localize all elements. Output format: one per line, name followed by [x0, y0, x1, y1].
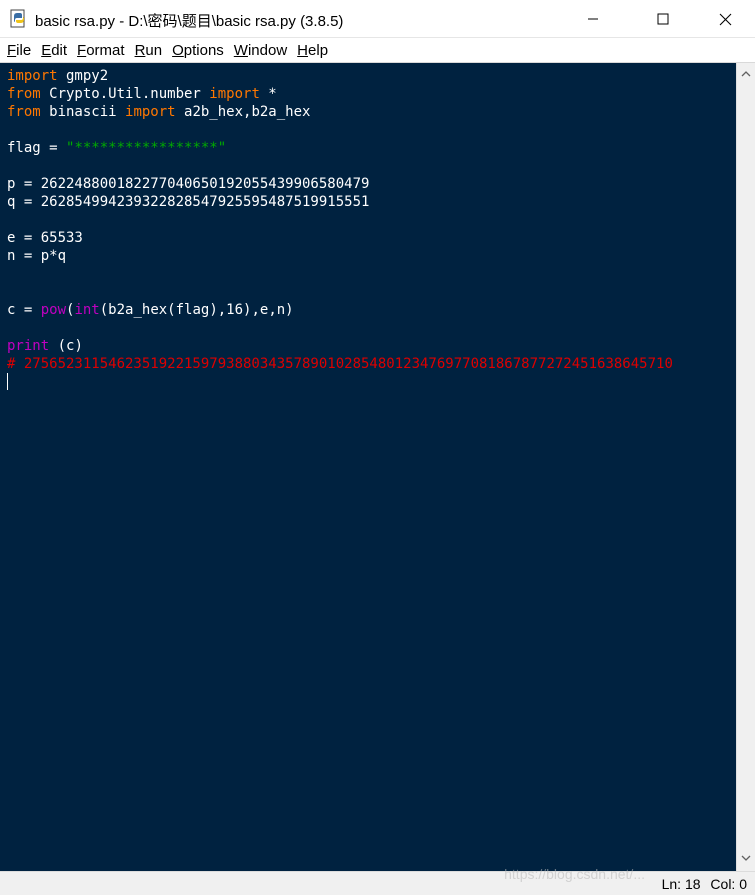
scroll-up-icon[interactable] — [741, 69, 751, 79]
code-line: flag = "*****************" — [7, 140, 227, 156]
text-cursor — [7, 373, 8, 390]
code-line: c = pow(int(b2a_hex(flag),16),e,n) — [7, 302, 294, 318]
close-button[interactable] — [702, 0, 748, 38]
menu-options[interactable]: Options — [167, 38, 229, 63]
code-line: p = 262248800182277040650192055439906580… — [7, 176, 370, 192]
minimize-icon — [588, 18, 598, 20]
watermark: https://blog.csdn.net/... — [504, 866, 645, 882]
scroll-down-icon[interactable] — [741, 853, 751, 863]
code-line: from Crypto.Util.number import * — [7, 86, 277, 102]
menu-format[interactable]: Format — [72, 38, 130, 63]
code-line: import gmpy2 — [7, 68, 109, 84]
python-file-icon — [9, 9, 29, 29]
close-icon — [719, 13, 731, 25]
minimize-button[interactable] — [570, 0, 616, 38]
code-line: q = 262854994239322828547925595487519915… — [7, 194, 370, 210]
code-line: n = p*q — [7, 248, 67, 264]
menu-help[interactable]: Help — [292, 38, 333, 63]
title-bar: basic rsa.py - D:\密码\题目\basic rsa.py (3.… — [0, 0, 755, 38]
code-text[interactable]: import gmpy2 from Crypto.Util.number impo… — [7, 67, 673, 391]
column-number: Col: 0 — [710, 876, 747, 892]
code-line: # 27565231154623519221597938803435789010… — [7, 356, 673, 372]
maximize-button[interactable] — [640, 0, 686, 38]
code-line: from binascii import a2b_hex,b2a_hex — [7, 104, 311, 120]
menu-file[interactable]: File — [2, 38, 36, 63]
code-line: print (c) — [7, 338, 83, 354]
vertical-scrollbar[interactable] — [736, 63, 755, 871]
menu-bar: File Edit Format Run Options Window Help — [0, 38, 755, 63]
maximize-icon — [657, 13, 669, 25]
menu-run[interactable]: Run — [130, 38, 168, 63]
code-editor[interactable]: import gmpy2 from Crypto.Util.number impo… — [0, 63, 736, 871]
line-number: Ln: 18 — [661, 876, 701, 892]
window-title: basic rsa.py - D:\密码\题目\basic rsa.py (3.… — [35, 13, 344, 30]
code-line: e = 65533 — [7, 230, 83, 246]
menu-edit[interactable]: Edit — [36, 38, 72, 63]
cursor-position: Ln: 18 Col: 0 — [656, 876, 747, 892]
menu-window[interactable]: Window — [229, 38, 292, 63]
